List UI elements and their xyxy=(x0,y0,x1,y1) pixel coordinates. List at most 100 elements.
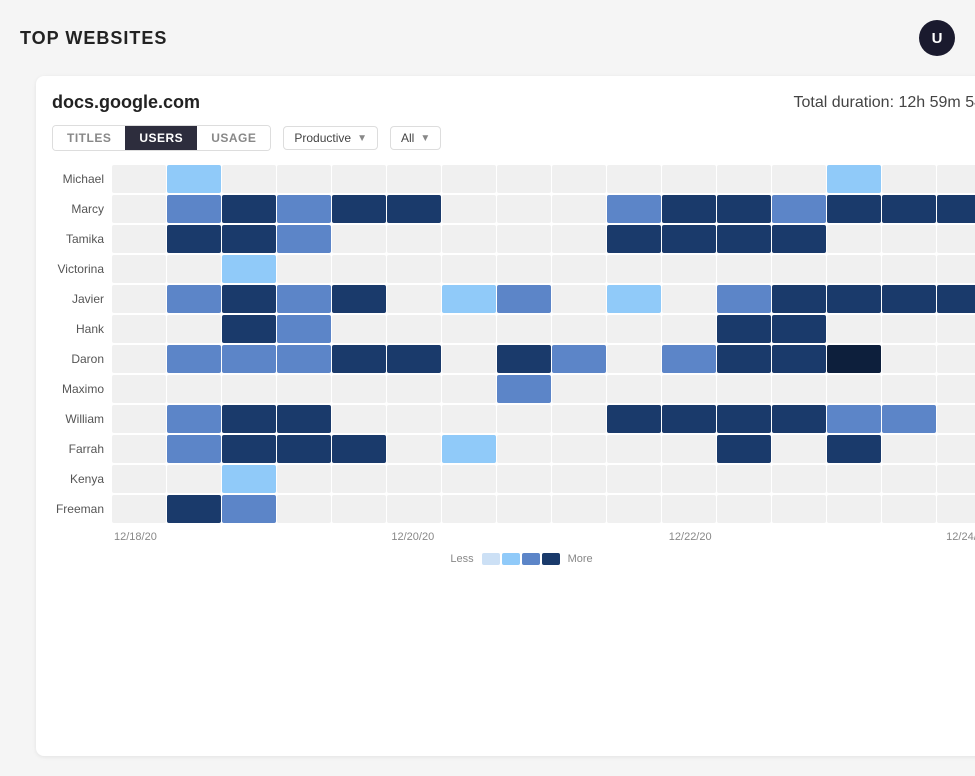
heatmap-cell xyxy=(717,495,771,523)
heatmap-cell xyxy=(112,495,166,523)
heatmap-cell xyxy=(112,435,166,463)
heatmap-cell xyxy=(222,405,276,433)
heatmap-cell xyxy=(607,375,661,403)
heatmap-cell xyxy=(772,345,826,373)
avatar[interactable]: U xyxy=(919,20,955,56)
tab-titles[interactable]: TITLES xyxy=(53,126,125,150)
heatmap-cell xyxy=(607,195,661,223)
heatmap-chart: MichaelMarcyTamikaVictorinaJavierHankDar… xyxy=(52,165,975,565)
heatmap-cell xyxy=(827,435,881,463)
heatmap-cell xyxy=(222,165,276,193)
tab-users[interactable]: USERS xyxy=(125,126,197,150)
heatmap-cell xyxy=(662,165,716,193)
heatmap-cell xyxy=(222,225,276,253)
heatmap-cell xyxy=(552,225,606,253)
chart-cells xyxy=(112,165,975,525)
chart-row xyxy=(112,465,975,493)
heatmap-cell xyxy=(607,165,661,193)
heatmap-cell xyxy=(332,285,386,313)
heatmap-cell xyxy=(112,285,166,313)
productive-filter[interactable]: Productive ▼ xyxy=(283,126,378,150)
heatmap-cell xyxy=(937,285,975,313)
heatmap-cell xyxy=(387,345,441,373)
detail-total-duration: Total duration: 12h 59m 54s xyxy=(794,94,975,112)
heatmap-cell xyxy=(112,315,166,343)
chart-row xyxy=(112,375,975,403)
heatmap-cell xyxy=(112,255,166,283)
heatmap-cell xyxy=(717,375,771,403)
chart-row xyxy=(112,405,975,433)
heatmap-cell xyxy=(442,435,496,463)
heatmap-cell xyxy=(882,225,936,253)
detail-panel: docs.google.com Total duration: 12h 59m … xyxy=(36,76,975,756)
heatmap-cell xyxy=(167,495,221,523)
chart-row xyxy=(112,285,975,313)
heatmap-cell xyxy=(662,285,716,313)
heatmap-cell xyxy=(167,195,221,223)
heatmap-cell xyxy=(167,165,221,193)
heatmap-cell xyxy=(662,435,716,463)
heatmap-cell xyxy=(662,405,716,433)
user-label: Victorina xyxy=(52,255,112,283)
heatmap-cell xyxy=(882,435,936,463)
heatmap-cell xyxy=(277,225,331,253)
heatmap-cell xyxy=(552,315,606,343)
heatmap-cell xyxy=(332,405,386,433)
heatmap-cell xyxy=(827,165,881,193)
heatmap-cell xyxy=(772,315,826,343)
heatmap-cell xyxy=(882,465,936,493)
heatmap-cell xyxy=(277,285,331,313)
heatmap-cell xyxy=(167,345,221,373)
heatmap-cell xyxy=(827,285,881,313)
tab-usage[interactable]: USAGE xyxy=(197,126,270,150)
date-label: 12/22/20 xyxy=(669,531,712,543)
heatmap-cell xyxy=(277,405,331,433)
heatmap-cell xyxy=(552,345,606,373)
heatmap-cell xyxy=(717,195,771,223)
heatmap-cell xyxy=(882,195,936,223)
heatmap-cell xyxy=(112,195,166,223)
heatmap-cell xyxy=(222,285,276,313)
heatmap-cell xyxy=(332,255,386,283)
heatmap-cell xyxy=(387,465,441,493)
heatmap-cell xyxy=(607,225,661,253)
heatmap-cell xyxy=(827,405,881,433)
heatmap-cell xyxy=(827,495,881,523)
user-label: Marcy xyxy=(52,195,112,223)
heatmap-cell xyxy=(497,465,551,493)
heatmap-cell xyxy=(222,435,276,463)
heatmap-cell xyxy=(717,435,771,463)
heatmap-cell xyxy=(387,225,441,253)
total-duration-label: Total duration: xyxy=(794,94,895,111)
user-label: William xyxy=(52,405,112,433)
heatmap-cell xyxy=(112,405,166,433)
heatmap-cell xyxy=(387,285,441,313)
user-label: Kenya xyxy=(52,465,112,493)
heatmap-cell xyxy=(112,225,166,253)
heatmap-cell xyxy=(277,315,331,343)
heatmap-cell xyxy=(772,285,826,313)
legend-bar xyxy=(482,553,560,565)
all-filter[interactable]: All ▼ xyxy=(390,126,441,150)
user-label: Michael xyxy=(52,165,112,193)
chart-row xyxy=(112,315,975,343)
heatmap-cell xyxy=(442,405,496,433)
heatmap-cell xyxy=(387,405,441,433)
heatmap-cell xyxy=(937,345,975,373)
user-label: Freeman xyxy=(52,495,112,523)
heatmap-cell xyxy=(717,405,771,433)
chart-row xyxy=(112,195,975,223)
heatmap-cell xyxy=(662,345,716,373)
heatmap-cell xyxy=(772,405,826,433)
chart-row xyxy=(112,225,975,253)
heatmap-cell xyxy=(552,495,606,523)
heatmap-cell xyxy=(442,375,496,403)
heatmap-cell xyxy=(277,195,331,223)
heatmap-cell xyxy=(552,375,606,403)
heatmap-cell xyxy=(442,465,496,493)
heatmap-cell xyxy=(497,315,551,343)
heatmap-cell xyxy=(222,495,276,523)
heatmap-cell xyxy=(332,495,386,523)
chart-row xyxy=(112,345,975,373)
chart-row xyxy=(112,165,975,193)
